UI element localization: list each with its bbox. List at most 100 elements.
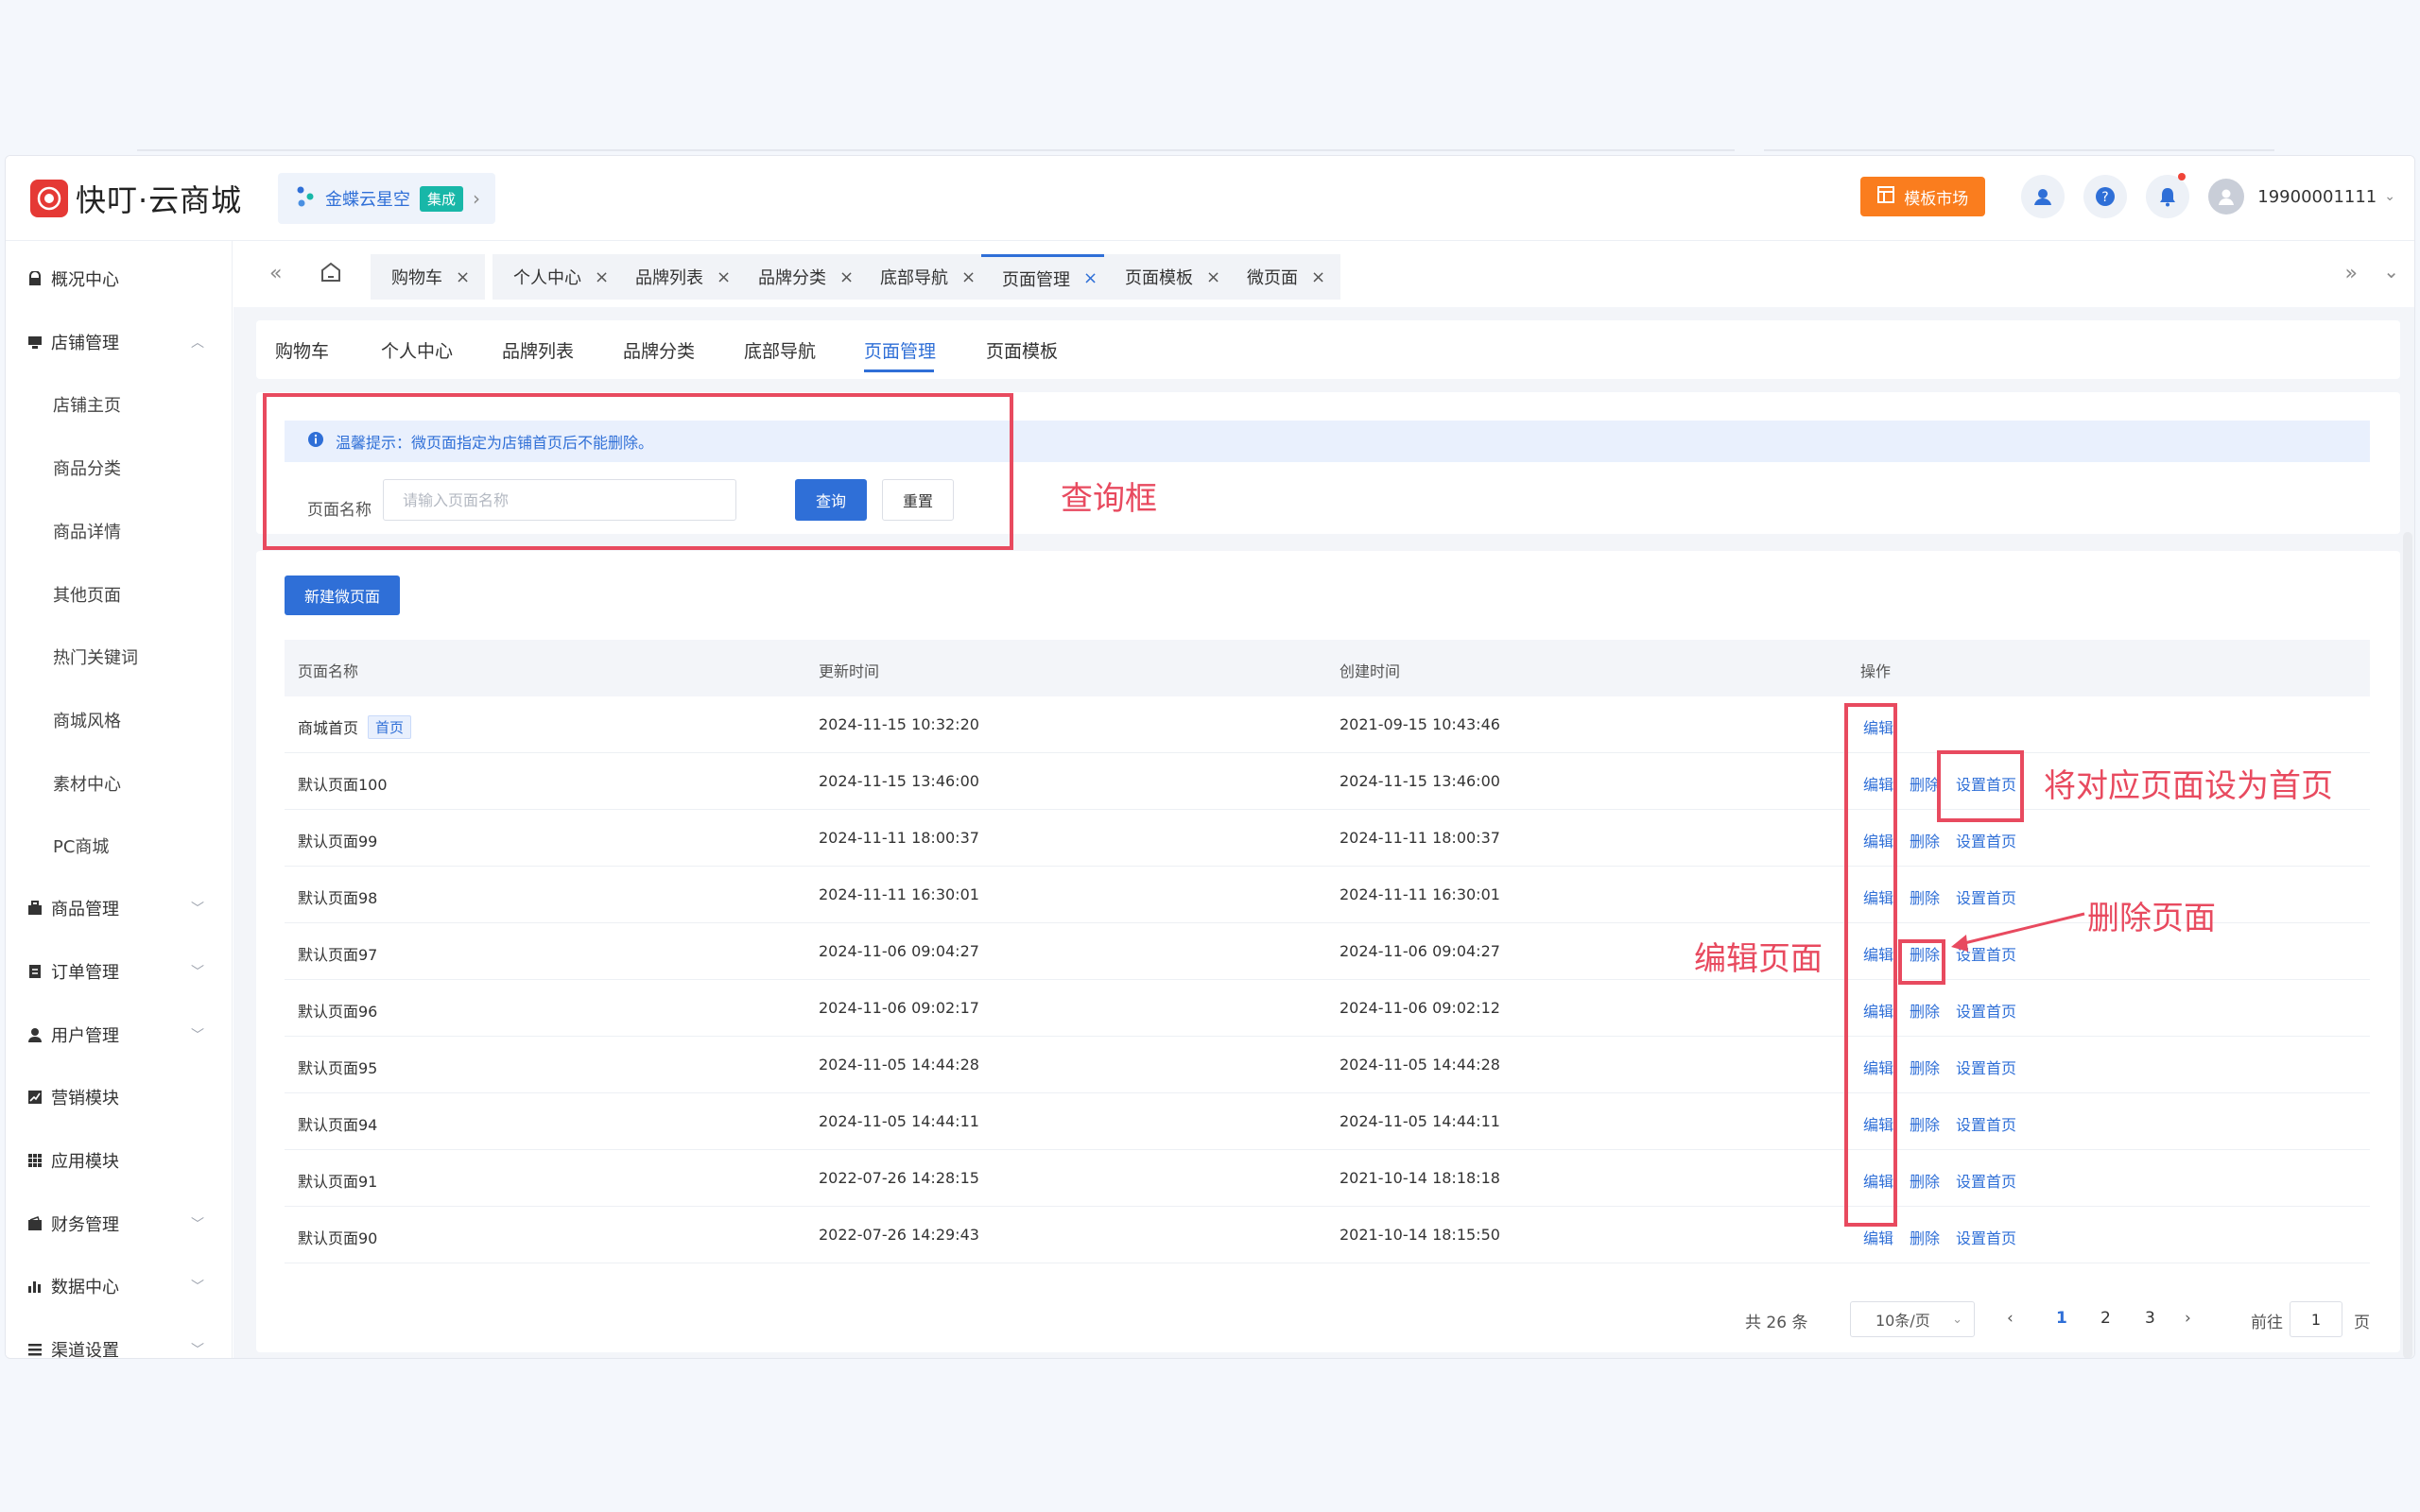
created-time: 2021-10-14 18:15:50 bbox=[1340, 1226, 1500, 1244]
delete-link[interactable]: 删除 bbox=[1910, 1056, 1940, 1078]
tab-page-management[interactable]: 页面管理 × bbox=[981, 254, 1114, 300]
close-icon[interactable]: × bbox=[1083, 268, 1098, 288]
help-icon[interactable]: ? bbox=[2083, 175, 2128, 218]
page-number[interactable]: 3 bbox=[2145, 1309, 2155, 1328]
sidebar-sub-category[interactable]: 商品分类 bbox=[6, 449, 233, 487]
brand-logo-icon bbox=[30, 180, 68, 217]
subtab-brand-list[interactable]: 品牌列表 bbox=[502, 337, 574, 363]
chevron-down-icon[interactable]: ⌄ bbox=[2383, 260, 2399, 283]
sidebar-sub-detail[interactable]: 商品详情 bbox=[6, 512, 233, 550]
template-market-button[interactable]: 模板市场 bbox=[1860, 177, 1986, 216]
sidebar-sub-keywords[interactable]: 热门关键词 bbox=[6, 638, 233, 676]
delete-link[interactable]: 删除 bbox=[1910, 1112, 1940, 1135]
delete-link[interactable]: 删除 bbox=[1910, 772, 1940, 795]
sidebar-item-goods[interactable]: 商品管理 ﹀ bbox=[6, 889, 233, 927]
subtab-page-template[interactable]: 页面模板 bbox=[986, 337, 1058, 363]
delete-link[interactable]: 删除 bbox=[1910, 1169, 1940, 1192]
subtab-cart[interactable]: 购物车 bbox=[275, 337, 329, 363]
tab-bottom-nav[interactable]: 底部导航 × bbox=[859, 254, 992, 300]
double-chevron-right-icon[interactable]: » bbox=[2345, 262, 2358, 285]
close-icon[interactable]: × bbox=[595, 267, 609, 287]
annotation-query: 查询框 bbox=[1061, 480, 1157, 518]
page-number[interactable]: 1 bbox=[2056, 1309, 2067, 1328]
sidebar-item-orders[interactable]: 订单管理 ﹀ bbox=[6, 953, 233, 990]
delete-link[interactable]: 删除 bbox=[1910, 829, 1940, 851]
integration-tag: 集成 bbox=[420, 185, 464, 212]
set-home-link[interactable]: 设置首页 bbox=[1956, 1056, 2016, 1078]
delete-link[interactable]: 删除 bbox=[1910, 1226, 1940, 1248]
scrollbar[interactable] bbox=[2403, 532, 2412, 1358]
sidebar-item-channel[interactable]: 渠道设置 ﹀ bbox=[6, 1331, 233, 1358]
close-icon[interactable]: × bbox=[717, 267, 731, 287]
set-home-link[interactable]: 设置首页 bbox=[1956, 829, 2016, 851]
created-time: 2024-11-11 16:30:01 bbox=[1340, 885, 1500, 903]
subtab-bottom-nav[interactable]: 底部导航 bbox=[744, 337, 816, 363]
tab-page-template[interactable]: 页面模板 × bbox=[1104, 254, 1236, 300]
sidebar-item-label: 店铺管理 bbox=[51, 334, 119, 353]
close-icon[interactable]: × bbox=[1206, 267, 1220, 287]
sidebar-item-users[interactable]: 用户管理 ﹀ bbox=[6, 1016, 233, 1054]
page-tab-bar: « 购物车 × 个人中心 × 品牌列表 × 品牌分类 × 底部导航 × 页面管理 × 页面模… bbox=[233, 241, 2414, 307]
notification-bell-icon[interactable] bbox=[2146, 173, 2190, 218]
chevron-down-icon: ﹀ bbox=[191, 1028, 204, 1043]
set-home-link[interactable]: 设置首页 bbox=[1956, 1169, 2016, 1192]
avatar[interactable] bbox=[2208, 179, 2245, 215]
delete-link[interactable]: 删除 bbox=[1910, 999, 1940, 1022]
sidebar-sub-pc[interactable]: PC商城 bbox=[6, 827, 233, 865]
customer-service-icon[interactable] bbox=[2021, 175, 2066, 218]
pagination: 共 26 条 10条/页 ⌄ ‹ 1 2 3 › 前往 1 页 bbox=[256, 1301, 2400, 1339]
tab-brand-list[interactable]: 品牌列表 × bbox=[614, 254, 747, 300]
close-icon[interactable]: × bbox=[1311, 267, 1325, 287]
updated-time: 2022-07-26 14:28:15 bbox=[819, 1169, 979, 1187]
subtab-page-management[interactable]: 页面管理 bbox=[864, 337, 936, 363]
subtab-brand-category[interactable]: 品牌分类 bbox=[623, 337, 695, 363]
subtab-profile[interactable]: 个人中心 bbox=[381, 337, 453, 363]
brand-logo[interactable]: 快叮·云商城 bbox=[30, 177, 242, 220]
sidebar-item-apps[interactable]: 应用模块 bbox=[6, 1142, 233, 1179]
annotation-set-home: 将对应页面设为首页 bbox=[2044, 767, 2333, 805]
edit-link[interactable]: 编辑 bbox=[1863, 1226, 1893, 1248]
new-micro-page-button[interactable]: 新建微页面 bbox=[285, 576, 400, 615]
set-home-link[interactable]: 设置首页 bbox=[1956, 1226, 2016, 1248]
sidebar-item-finance[interactable]: 财务管理 ﹀ bbox=[6, 1205, 233, 1243]
home-icon[interactable] bbox=[319, 260, 343, 288]
close-icon[interactable]: × bbox=[456, 267, 470, 287]
overview-icon bbox=[26, 270, 43, 287]
page-number[interactable]: 2 bbox=[2100, 1309, 2111, 1328]
delete-link[interactable]: 删除 bbox=[1910, 885, 1940, 908]
kingdee-integration[interactable]: 金蝶云星空 集成 › bbox=[278, 173, 496, 224]
tab-micro-page[interactable]: 微页面 × bbox=[1226, 254, 1341, 300]
sidebar-item-label: 商品详情 bbox=[53, 523, 121, 542]
page-name-cell: 默认页面94 bbox=[298, 1112, 377, 1135]
tab-brand-category[interactable]: 品牌分类 × bbox=[737, 254, 870, 300]
page-size-select[interactable]: 10条/页 ⌄ bbox=[1850, 1301, 1975, 1337]
set-home-link[interactable]: 设置首页 bbox=[1956, 999, 2016, 1022]
tab-cart[interactable]: 购物车 × bbox=[371, 254, 486, 300]
table-row: 默认页面91 2022-07-26 14:28:15 2021-10-14 18:1… bbox=[285, 1150, 2370, 1207]
notification-dot bbox=[2178, 173, 2187, 180]
chevron-down-icon[interactable]: ⌄ bbox=[2384, 189, 2395, 204]
sidebar-sub-other[interactable]: 其他页面 bbox=[6, 576, 233, 613]
double-chevron-left-icon[interactable]: « bbox=[269, 262, 282, 285]
close-icon[interactable]: × bbox=[961, 267, 976, 287]
prev-page-icon[interactable]: ‹ bbox=[2007, 1309, 2014, 1328]
created-time: 2024-11-06 09:02:12 bbox=[1340, 999, 1500, 1017]
sidebar-sub-style[interactable]: 商城风格 bbox=[6, 701, 233, 739]
sidebar-item-store[interactable]: 店铺管理 ︿ bbox=[6, 323, 233, 361]
next-page-icon[interactable]: › bbox=[2185, 1309, 2191, 1328]
sidebar-sub-material[interactable]: 素材中心 bbox=[6, 765, 233, 802]
tab-profile[interactable]: 个人中心 × bbox=[493, 254, 625, 300]
sidebar-item-overview[interactable]: 概况中心 bbox=[6, 260, 233, 298]
sidebar-sub-store-home[interactable]: 店铺主页 bbox=[6, 386, 233, 423]
set-home-link[interactable]: 设置首页 bbox=[1956, 1112, 2016, 1135]
sidebar-item-marketing[interactable]: 营销模块 bbox=[6, 1078, 233, 1116]
page-name-cell: 默认页面99 bbox=[298, 829, 377, 851]
page-name-cell: 默认页面100 bbox=[298, 772, 388, 795]
goto-page-input[interactable]: 1 bbox=[2290, 1301, 2342, 1337]
close-icon[interactable]: × bbox=[839, 267, 854, 287]
page-name: 默认页面97 bbox=[298, 946, 378, 964]
template-market-label: 模板市场 bbox=[1904, 189, 1969, 209]
user-account[interactable]: 19900001111 bbox=[2257, 187, 2377, 207]
sidebar-item-data[interactable]: 数据中心 ﹀ bbox=[6, 1267, 233, 1305]
orders-icon bbox=[26, 963, 43, 980]
